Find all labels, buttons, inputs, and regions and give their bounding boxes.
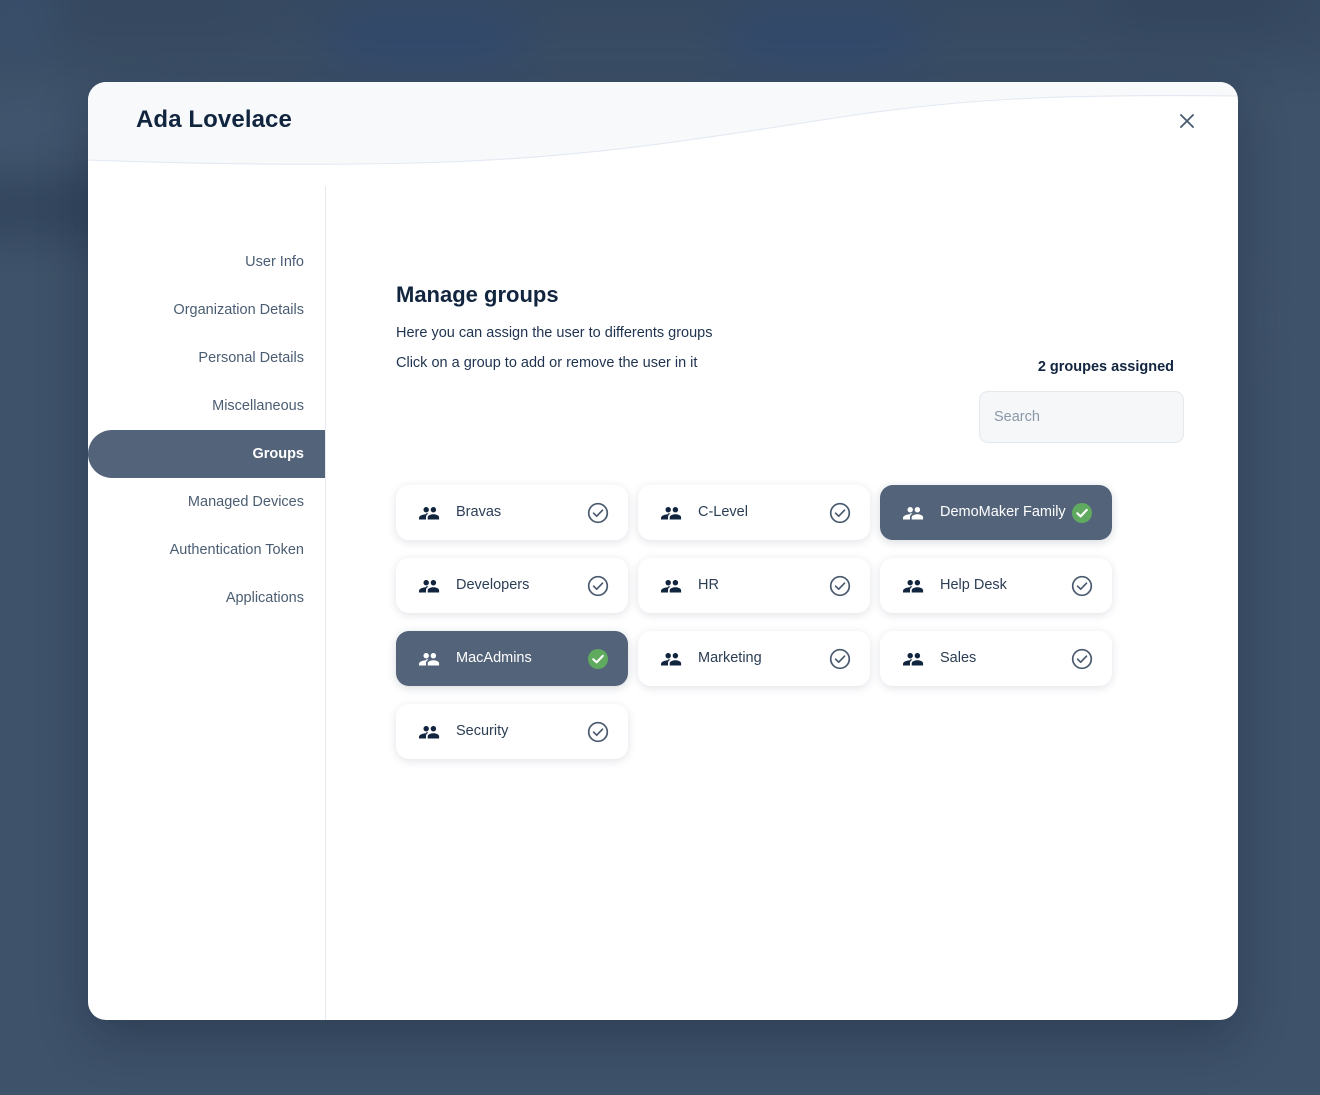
check-circle-outline-icon[interactable] <box>827 573 853 599</box>
groups-toolbar: 2 groupes assigned <box>396 359 1184 443</box>
sidebar-item-label: Applications <box>225 590 304 606</box>
people-icon <box>416 500 442 526</box>
modal-sidebar-nav: User Info Organization Details Personal … <box>88 186 326 1020</box>
check-circle-outline-icon[interactable] <box>827 500 853 526</box>
close-icon <box>1180 114 1194 128</box>
section-title: Manage groups <box>396 282 559 307</box>
group-name-label: Developers <box>456 577 530 593</box>
people-icon <box>416 573 442 599</box>
page-title: Ada Lovelace <box>136 106 292 133</box>
people-icon <box>658 500 684 526</box>
manage-groups-panel: Manage groups Here you can assign the us… <box>326 186 1238 1020</box>
group-card[interactable]: HR <box>638 558 870 613</box>
sidebar-item-label: Organization Details <box>173 302 304 318</box>
group-card[interactable]: Marketing <box>638 631 870 686</box>
check-circle-outline-icon[interactable] <box>1069 573 1095 599</box>
sidebar-item-label: Personal Details <box>198 350 304 366</box>
modal-header: Ada Lovelace <box>88 82 1238 186</box>
group-name-label: Help Desk <box>940 577 1007 593</box>
people-icon <box>900 573 926 599</box>
search-input[interactable] <box>994 409 1181 425</box>
sidebar-item-label: User Info <box>245 254 304 270</box>
group-name-label: Marketing <box>698 650 762 666</box>
sidebar-item-user-info[interactable]: User Info <box>88 238 325 286</box>
check-circle-filled-icon[interactable] <box>1069 500 1095 526</box>
check-circle-outline-icon[interactable] <box>585 719 611 745</box>
check-circle-outline-icon[interactable] <box>1069 646 1095 672</box>
group-card[interactable]: Sales <box>880 631 1112 686</box>
group-card[interactable]: MacAdmins <box>396 631 628 686</box>
user-detail-modal: Ada Lovelace User Info Organization Deta… <box>88 82 1238 1020</box>
group-card[interactable]: Bravas <box>396 485 628 540</box>
group-name-label: C-Level <box>698 504 748 520</box>
people-icon <box>658 573 684 599</box>
group-name-label: Bravas <box>456 504 502 520</box>
group-card[interactable]: DemoMaker Family <box>880 485 1112 540</box>
people-icon <box>416 719 442 745</box>
sidebar-item-applications[interactable]: Applications <box>88 574 325 622</box>
check-circle-outline-icon[interactable] <box>827 646 853 672</box>
sidebar-item-label: Managed Devices <box>187 494 304 510</box>
check-circle-outline-icon[interactable] <box>585 573 611 599</box>
section-description-1: Here you can assign the user to differen… <box>396 325 713 341</box>
group-name-label: Sales <box>940 650 977 666</box>
group-card[interactable]: Help Desk <box>880 558 1112 613</box>
sidebar-item-personal-details[interactable]: Personal Details <box>88 334 325 382</box>
sidebar-item-organization-details[interactable]: Organization Details <box>88 286 325 334</box>
check-circle-filled-icon[interactable] <box>585 646 611 672</box>
sidebar-item-miscellaneous[interactable]: Miscellaneous <box>88 382 325 430</box>
group-name-label: HR <box>698 577 719 593</box>
group-card[interactable]: C-Level <box>638 485 870 540</box>
sidebar-item-label: Miscellaneous <box>212 398 304 414</box>
header-wave-decoration <box>88 82 1238 165</box>
sidebar-item-managed-devices[interactable]: Managed Devices <box>88 478 325 526</box>
sidebar-item-authentication-token[interactable]: Authentication Token <box>88 526 325 574</box>
group-name-label: Security <box>456 723 509 739</box>
group-card[interactable]: Security <box>396 704 628 759</box>
group-name-label: MacAdmins <box>456 650 532 666</box>
close-button[interactable] <box>1170 104 1204 138</box>
group-card[interactable]: Developers <box>396 558 628 613</box>
people-icon <box>900 646 926 672</box>
check-circle-outline-icon[interactable] <box>585 500 611 526</box>
groups-grid: Bravas C-Level DemoMaker Family Developers H… <box>396 485 1184 759</box>
people-icon <box>416 646 442 672</box>
people-icon <box>658 646 684 672</box>
assigned-count-label: 2 groupes assigned <box>1037 359 1174 375</box>
people-icon <box>900 500 926 526</box>
sidebar-item-label: Authentication Token <box>169 542 304 558</box>
sidebar-item-groups[interactable]: Groups <box>88 430 325 478</box>
search-box[interactable] <box>979 391 1184 443</box>
group-name-label: DemoMaker Family <box>940 504 1066 520</box>
sidebar-item-label: Groups <box>252 446 304 462</box>
